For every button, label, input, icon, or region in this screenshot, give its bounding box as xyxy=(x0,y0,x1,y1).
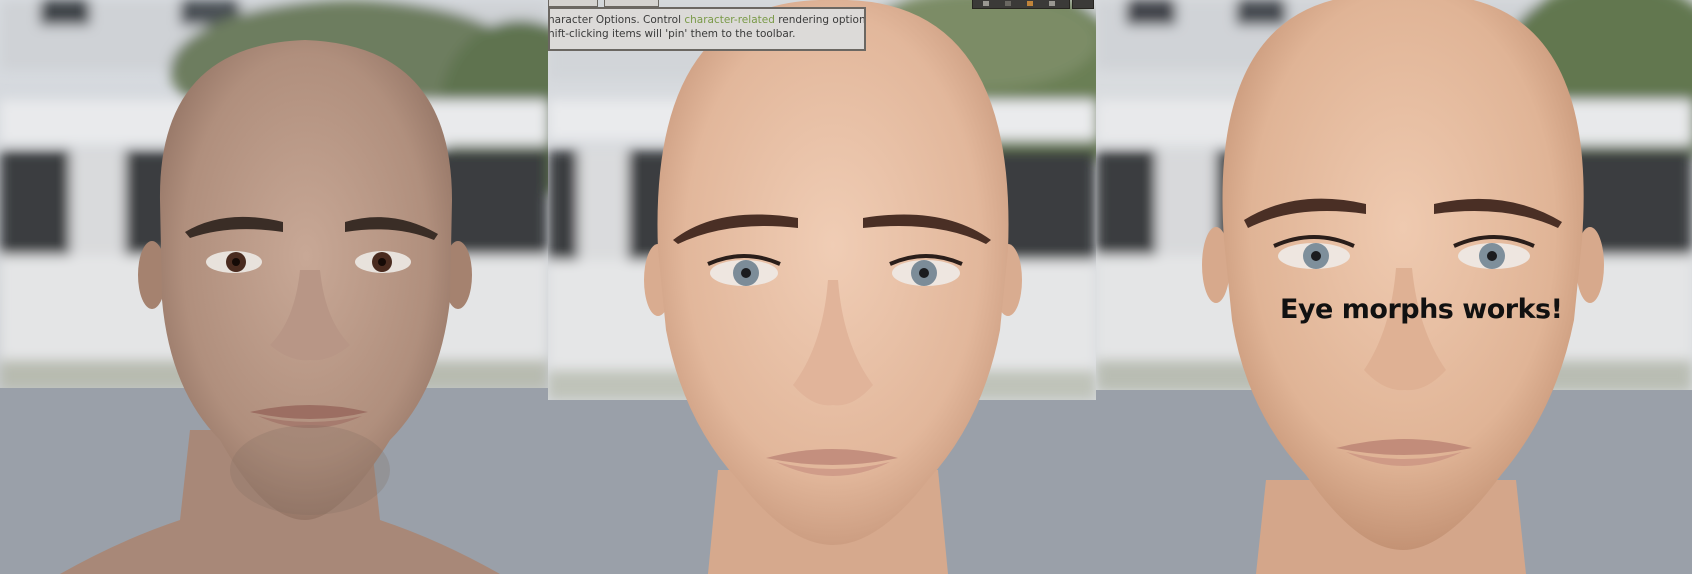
rotate-icon[interactable] xyxy=(1005,1,1011,6)
tooltip-line-1-prefix: haracter Options. Control xyxy=(548,14,685,26)
scale-icon[interactable] xyxy=(1027,1,1033,6)
female-head-render-after xyxy=(1096,0,1692,574)
tooltip-line-1-suffix: rendering options. xyxy=(774,14,866,26)
tooltip-line-2: hift-clicking items will 'pin' them to t… xyxy=(548,27,796,40)
camera-icon[interactable] xyxy=(1049,1,1055,6)
translate-icon[interactable] xyxy=(983,1,989,6)
character-options-tooltip: haracter Options. Control character-rela… xyxy=(548,7,866,51)
male-head-render xyxy=(0,0,548,574)
eye-morphs-caption: Eye morphs works! xyxy=(1280,294,1563,325)
viewport-options-button[interactable] xyxy=(1072,0,1094,9)
tooltip-line-1: haracter Options. Control character-rela… xyxy=(548,14,866,28)
male-head-image xyxy=(0,0,548,574)
toolbar-tab-right[interactable] xyxy=(604,0,659,7)
toolbar-tab-left[interactable] xyxy=(548,0,598,7)
tooltip-line-1-highlight: character-related xyxy=(684,14,775,26)
female-head-image-before xyxy=(548,0,1096,574)
female-head-image-after xyxy=(1096,0,1692,574)
female-head-render-before xyxy=(548,0,1096,574)
viewport-toolbar[interactable] xyxy=(972,0,1070,9)
